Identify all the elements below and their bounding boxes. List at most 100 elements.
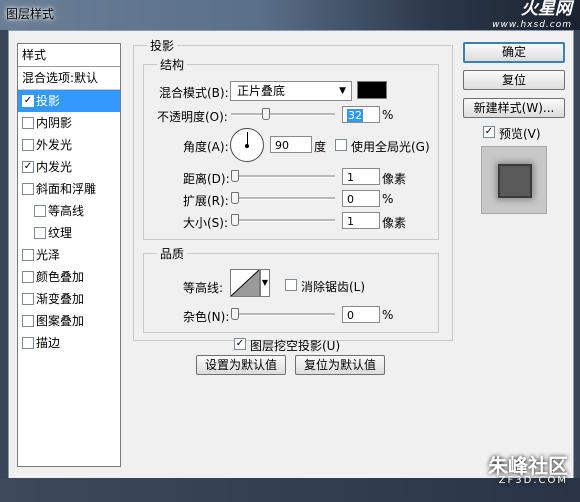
opacity-unit: %	[382, 108, 394, 122]
antialias-label[interactable]: 消除锯齿(L)	[301, 278, 365, 295]
blend-mode-label: 混合模式(B):	[159, 86, 229, 100]
style-item-label: 光泽	[36, 248, 61, 262]
reset-default-button[interactable]: 复位为默认值	[295, 355, 385, 375]
blend-mode-select[interactable]: 正片叠底 ▼	[230, 81, 352, 101]
spread-value: 0	[347, 193, 354, 206]
size-input[interactable]: 1	[342, 212, 380, 229]
angle-dial[interactable]	[230, 128, 264, 162]
texture-checkbox[interactable]	[34, 226, 46, 239]
angle-unit: 度	[314, 140, 327, 154]
outer-glow-checkbox[interactable]	[22, 138, 34, 151]
preview-label[interactable]: 预览(V)	[499, 125, 541, 142]
bevel-emboss-checkbox[interactable]	[22, 182, 34, 195]
style-item-gradient-overlay[interactable]: 渐变叠加	[18, 288, 120, 310]
opacity-input[interactable]: 32	[342, 106, 380, 123]
knockout-checkbox[interactable]	[234, 338, 246, 350]
style-preview-thumbnail	[481, 146, 547, 214]
knockout-label[interactable]: 图层挖空投影(U)	[250, 337, 340, 354]
inner-glow-checkbox[interactable]	[22, 160, 34, 173]
style-item-label: 渐变叠加	[36, 292, 85, 306]
style-item-outer-glow[interactable]: 外发光	[18, 134, 120, 156]
style-item-inner-shadow[interactable]: 内阴影	[18, 112, 120, 134]
pattern-overlay-checkbox[interactable]	[22, 314, 34, 327]
style-item-pattern-overlay[interactable]: 图案叠加	[18, 310, 120, 332]
style-item-bevel-emboss[interactable]: 斜面和浮雕	[18, 178, 120, 200]
style-item-drop-shadow[interactable]: 投影	[18, 90, 120, 112]
distance-unit: 像素	[382, 172, 407, 186]
angle-center-dot	[245, 144, 249, 148]
style-item-label: 颜色叠加	[36, 270, 85, 284]
opacity-slider-thumb[interactable]	[262, 108, 270, 120]
noise-slider-thumb[interactable]	[231, 308, 239, 320]
size-label: 大小(S):	[183, 216, 229, 230]
spread-slider[interactable]	[231, 192, 335, 204]
distance-slider[interactable]	[231, 170, 335, 182]
contour-linear-icon	[231, 270, 259, 296]
color-overlay-checkbox[interactable]	[22, 270, 34, 283]
style-item-inner-glow[interactable]: 内发光	[18, 156, 120, 178]
size-slider-thumb[interactable]	[231, 214, 239, 226]
chevron-down-icon: ▼	[261, 278, 269, 287]
style-item-texture[interactable]: 纹理	[18, 222, 120, 244]
blend-mode-value: 正片叠底	[237, 84, 286, 98]
stroke-checkbox[interactable]	[22, 336, 34, 349]
angle-label: 角度(A):	[183, 140, 229, 154]
size-slider[interactable]	[231, 214, 335, 226]
noise-input[interactable]: 0	[342, 306, 380, 323]
style-item-stroke[interactable]: 描边	[18, 332, 120, 354]
opacity-slider[interactable]	[231, 108, 335, 120]
style-item-contour[interactable]: 等高线	[18, 200, 120, 222]
angle-value: 90	[275, 139, 289, 152]
distance-label: 距离(D):	[183, 172, 230, 186]
global-light-label[interactable]: 使用全局光(G)	[351, 138, 430, 155]
ok-button[interactable]: 确定	[463, 42, 565, 63]
style-item-label: 纹理	[48, 226, 73, 240]
spread-input[interactable]: 0	[342, 190, 380, 207]
preview-checkbox[interactable]	[483, 126, 495, 138]
layer-style-dialog: 样式 混合选项:默认 投影 内阴影 外发光 内发光 斜面和浮雕 等高线 纹理 光…	[8, 30, 574, 480]
style-item-label: 等高线	[48, 204, 85, 218]
make-default-button[interactable]: 设置为默认值	[196, 355, 286, 375]
shadow-color-swatch[interactable]	[357, 81, 387, 99]
spread-slider-thumb[interactable]	[231, 192, 239, 204]
gradient-overlay-checkbox[interactable]	[22, 292, 34, 305]
contour-picker[interactable]	[230, 269, 260, 297]
spread-unit: %	[382, 192, 394, 206]
size-unit: 像素	[382, 216, 407, 230]
noise-value: 0	[347, 309, 354, 322]
watermark: 朱峰社区 ZF3D.COM	[488, 456, 568, 486]
reset-button[interactable]: 复位	[463, 70, 565, 90]
watermark-sub: ZF3D.COM	[498, 475, 568, 486]
global-light-checkbox[interactable]	[335, 139, 347, 151]
style-item-color-overlay[interactable]: 颜色叠加	[18, 266, 120, 288]
style-item-label: 斜面和浮雕	[36, 182, 97, 196]
style-item-label: 外发光	[36, 138, 73, 152]
drop-shadow-title: 投影	[147, 37, 178, 54]
blend-options-item[interactable]: 混合选项:默认	[18, 67, 120, 90]
contour-dropdown-button[interactable]: ▼	[260, 269, 270, 297]
contour-checkbox[interactable]	[34, 204, 46, 217]
styles-list: 样式 混合选项:默认 投影 内阴影 外发光 内发光 斜面和浮雕 等高线 纹理 光…	[17, 43, 121, 467]
opacity-slider-track	[231, 113, 335, 116]
preview-square	[498, 164, 532, 198]
distance-slider-track	[231, 175, 335, 178]
distance-slider-thumb[interactable]	[231, 170, 239, 182]
contour-label: 等高线:	[183, 281, 224, 295]
satin-checkbox[interactable]	[22, 248, 34, 261]
noise-unit: %	[382, 308, 394, 322]
antialias-checkbox[interactable]	[285, 279, 297, 291]
window-title: 图层样式	[6, 7, 55, 21]
distance-input[interactable]: 1	[342, 168, 380, 185]
style-item-satin[interactable]: 光泽	[18, 244, 120, 266]
styles-header[interactable]: 样式	[18, 44, 120, 67]
inner-shadow-checkbox[interactable]	[22, 116, 34, 129]
noise-label: 杂色(N):	[183, 310, 230, 324]
style-item-label: 内阴影	[36, 116, 73, 130]
structure-title: 结构	[157, 56, 188, 73]
spread-label: 扩展(R):	[183, 194, 229, 208]
distance-value: 1	[347, 171, 354, 184]
drop-shadow-checkbox[interactable]	[22, 94, 34, 107]
noise-slider[interactable]	[231, 308, 335, 320]
angle-input[interactable]: 90	[270, 136, 312, 153]
new-style-button[interactable]: 新建样式(W)...	[463, 98, 565, 118]
